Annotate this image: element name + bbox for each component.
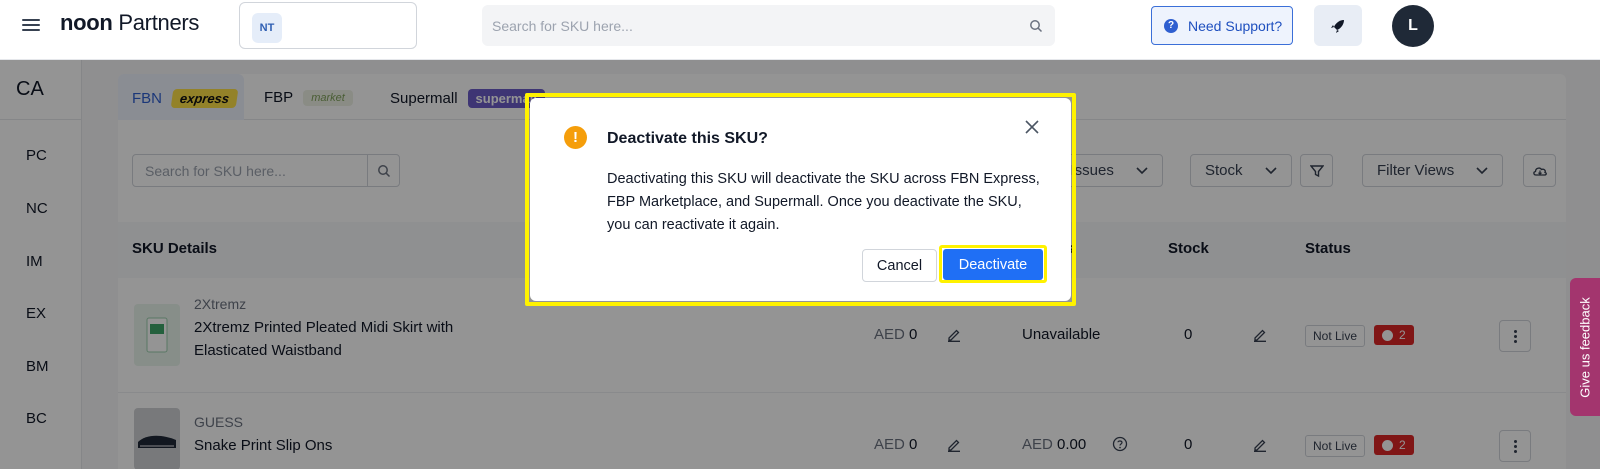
dialog-title: Deactivate this SKU? [607,130,768,147]
brand-logo[interactable]: noon Partners [60,10,199,36]
rocket-icon [1331,19,1344,33]
deactivate-button[interactable]: Deactivate [943,249,1043,280]
close-icon[interactable] [1022,117,1042,137]
global-search-input[interactable] [492,5,1012,46]
feedback-tab[interactable]: Give us feedback [1570,278,1600,416]
help-icon: ? [1164,18,1178,33]
account-switcher[interactable]: NT [239,2,417,49]
deactivate-sku-dialog: ! Deactivate this SKU? Deactivating this… [530,98,1071,301]
cancel-button[interactable]: Cancel [862,249,937,282]
rocket-button[interactable] [1314,5,1362,46]
user-avatar[interactable]: L [1392,5,1434,47]
hamburger-menu-icon[interactable] [22,17,40,33]
need-support-button[interactable]: ? Need Support? [1151,6,1293,45]
feedback-label: Give us feedback [1577,296,1593,398]
dialog-message: Deactivating this SKU will deactivate th… [607,171,1040,233]
top-bar: noon Partners NT ? Need Support? L [0,0,1600,60]
need-support-label: Need Support? [1188,17,1283,34]
search-icon[interactable] [1029,19,1043,33]
global-search[interactable] [482,5,1055,46]
account-initials-badge: NT [252,13,282,43]
warning-icon: ! [564,126,587,149]
